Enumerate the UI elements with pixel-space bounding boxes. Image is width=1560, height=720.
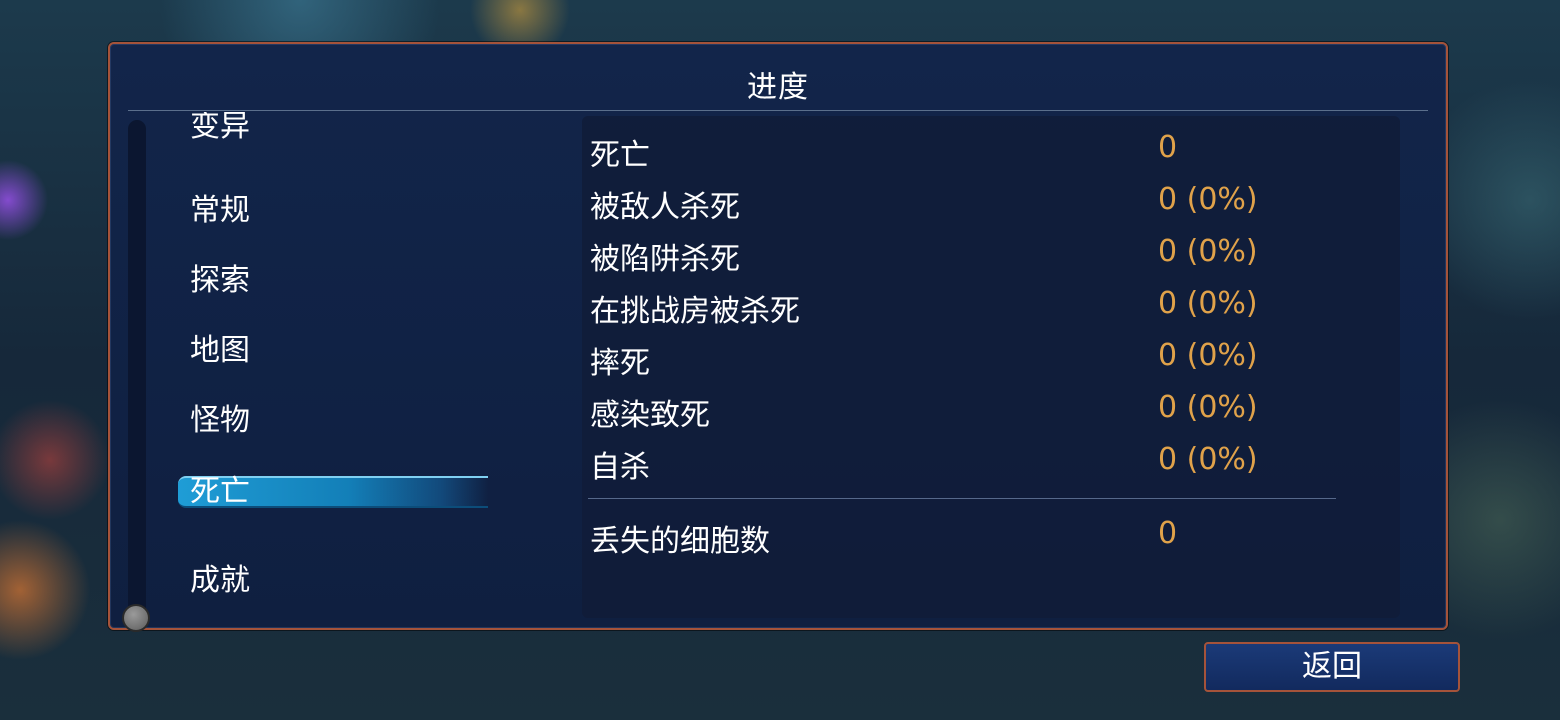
sidebar-item-achievements[interactable]: 成就 xyxy=(190,564,250,598)
stat-value: 0 (0%) xyxy=(1158,442,1258,477)
stats-panel: 死亡 0 被敌人杀死 0 (0%) 被陷阱杀死 0 (0%) 在挑战房被杀死 0… xyxy=(582,116,1400,618)
sidebar-item-mutations[interactable]: 变异 xyxy=(190,112,250,144)
stat-row-lost-cells: 丢失的细胞数 0 xyxy=(590,516,1390,559)
sidebar-item-map[interactable]: 地图 xyxy=(190,334,250,368)
stat-label: 在挑战房被杀死 xyxy=(590,294,800,329)
stat-label: 被敌人杀死 xyxy=(590,190,740,225)
stat-label: 自杀 xyxy=(590,450,650,485)
stat-row: 感染致死 0 (0%) xyxy=(590,390,1390,433)
stat-label: 感染致死 xyxy=(590,398,710,433)
stat-row: 被敌人杀死 0 (0%) xyxy=(590,182,1390,225)
stat-value: 0 (0%) xyxy=(1158,286,1258,321)
stat-label: 死亡 xyxy=(590,138,650,173)
sidebar-scrollbar[interactable] xyxy=(128,120,146,630)
stat-label: 被陷阱杀死 xyxy=(590,242,740,277)
stat-row: 死亡 0 xyxy=(590,130,1390,173)
progress-panel: 进度 变异 常规 探索 地图 怪物 死亡 成就 死亡 0 被敌人杀死 0 (0%… xyxy=(108,42,1448,632)
stat-value: 0 (0%) xyxy=(1158,234,1258,269)
stat-row: 摔死 0 (0%) xyxy=(590,338,1390,381)
stat-value: 0 (0%) xyxy=(1158,338,1258,373)
stat-value: 0 (0%) xyxy=(1158,390,1258,425)
stat-label: 摔死 xyxy=(590,346,650,381)
stats-divider xyxy=(588,498,1336,499)
stat-row: 被陷阱杀死 0 (0%) xyxy=(590,234,1390,277)
stat-row: 在挑战房被杀死 0 (0%) xyxy=(590,286,1390,329)
sidebar-nav: 变异 常规 探索 地图 怪物 死亡 成就 xyxy=(150,112,570,628)
sidebar-item-exploration[interactable]: 探索 xyxy=(190,264,250,298)
stat-row: 自杀 0 (0%) xyxy=(590,442,1390,485)
sidebar-item-monsters[interactable]: 怪物 xyxy=(190,404,250,438)
title-divider xyxy=(128,110,1428,111)
stat-label: 丢失的细胞数 xyxy=(590,524,770,559)
back-button[interactable]: 返回 xyxy=(1204,642,1460,692)
sidebar-item-deaths[interactable]: 死亡 xyxy=(178,476,488,508)
panel-title: 进度 xyxy=(747,70,809,105)
sidebar-item-general[interactable]: 常规 xyxy=(190,194,250,228)
stat-value: 0 xyxy=(1158,516,1178,551)
stat-value: 0 (0%) xyxy=(1158,182,1258,217)
scrollbar-thumb[interactable] xyxy=(122,604,150,632)
stat-value: 0 xyxy=(1158,130,1178,165)
